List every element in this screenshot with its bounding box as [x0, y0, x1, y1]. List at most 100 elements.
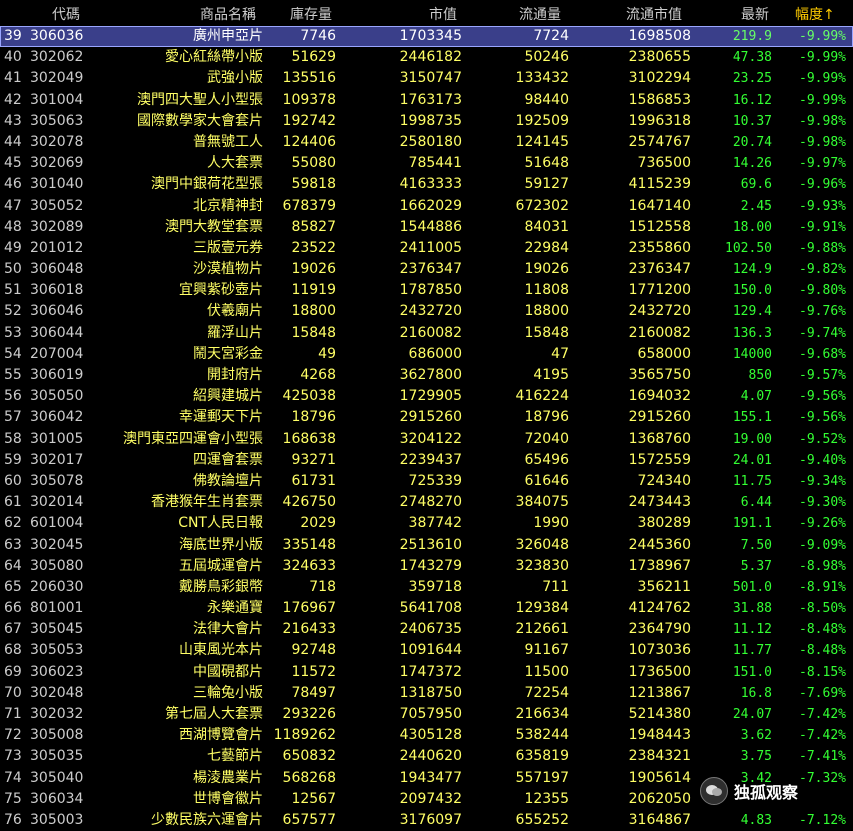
table-row[interactable]: 61 302014 香港猴年生肖套票 426750 2748270 384075 24734…: [0, 492, 853, 513]
table-row[interactable]: 50 306048 沙漠植物片 19026 2376347 19026 2376347 124…: [0, 259, 853, 280]
cell-circulation: 11500: [524, 663, 569, 680]
row-index: 39: [4, 28, 22, 44]
cell-amplitude: -9.26%: [799, 516, 846, 532]
header-name[interactable]: 商品名稱: [200, 4, 256, 24]
table-row[interactable]: 64 305080 五屆城運會片 324633 1743279 323830 1738967…: [0, 556, 853, 577]
cell-amplitude: -8.50%: [799, 601, 846, 617]
table-row[interactable]: 40 302062 愛心紅絲帶小版 51629 2446182 50246 2380655 4…: [0, 47, 853, 68]
cell-code: 201012: [30, 239, 84, 256]
table-row[interactable]: 66 801001 永樂通寶 176967 5641708 129384 4124762 31…: [0, 598, 853, 619]
table-row[interactable]: 44 302078 普無號工人 124406 2580180 124145 2574767 2…: [0, 132, 853, 153]
table-row[interactable]: 47 305052 北京精神封 678379 1662029 672302 1647140 2…: [0, 196, 853, 217]
cell-stock: 335148: [282, 536, 336, 553]
header-amplitude-sorted[interactable]: 幅度↑: [795, 4, 835, 24]
cell-circulation: 655252: [515, 811, 569, 828]
header-stock[interactable]: 庫存量: [290, 4, 332, 24]
table-row[interactable]: 51 306018 宜興紫砂壺片 11919 1787850 11808 1771200 15…: [0, 280, 853, 301]
cell-market-value: 1747372: [399, 663, 462, 680]
cell-latest: 4.07: [740, 389, 772, 405]
cell-circ-market-value: 1771200: [628, 282, 691, 299]
table-row[interactable]: 73 305035 七藝節片 650832 2440620 635819 2384321 3.…: [0, 746, 853, 767]
header-code[interactable]: 代碼: [52, 4, 80, 24]
cell-code: 302089: [30, 218, 84, 235]
table-row[interactable]: 43 305063 國際數學家大會套片 192742 1998735 192509 1996…: [0, 111, 853, 132]
table-row[interactable]: 42 301004 澳門四大聖人小型張 109378 1763173 98440 15868…: [0, 90, 853, 111]
cell-latest: 501.0: [732, 579, 772, 595]
cell-market-value: 387742: [408, 515, 462, 532]
header-latest[interactable]: 最新: [741, 4, 769, 24]
table-row[interactable]: 70 302048 三輪兔小版 78497 1318750 72254 1213867 16.…: [0, 683, 853, 704]
cell-name: 香港猴年生肖套票: [151, 494, 263, 511]
row-index: 52: [4, 303, 22, 320]
cell-latest: 136.3: [732, 325, 772, 341]
cell-circ-market-value: 5214380: [628, 706, 691, 722]
cell-circ-market-value: 2380655: [628, 49, 691, 66]
table-row[interactable]: 56 305050 紹興建城片 425038 1729905 416224 1694032 4…: [0, 386, 853, 407]
header-circulation[interactable]: 流通量: [519, 4, 561, 24]
table-row[interactable]: 67 305045 法律大會片 216433 2406735 212661 2364790 1…: [0, 619, 853, 640]
table-row[interactable]: 68 305053 山東風光本片 92748 1091644 91167 1073036 11…: [0, 640, 853, 661]
cell-code: 302049: [30, 70, 84, 87]
header-circ-market-value[interactable]: 流通市值: [626, 4, 682, 24]
cell-stock: 11919: [291, 282, 336, 299]
cell-name: 三版壹元券: [193, 239, 263, 256]
cell-latest: 24.01: [732, 452, 772, 468]
table-row[interactable]: 54 207004 鬧天宮彩金 49 686000 47 658000 14000 -9.68%: [0, 344, 853, 365]
table-row[interactable]: 59 302017 四運會套票 93271 2239437 65496 1572559 24.…: [0, 450, 853, 471]
cell-circ-market-value: 1948443: [628, 727, 691, 744]
cell-name: 三輪兔小版: [193, 684, 263, 701]
table-row[interactable]: 41 302049 武強小版 135516 3150747 133432 3102294 23…: [0, 68, 853, 89]
cell-name: 七藝節片: [207, 748, 263, 765]
table-row[interactable]: 45 302069 人大套票 55080 785441 51648 736500 14.26 -…: [0, 153, 853, 174]
table-row[interactable]: 71 302032 第七屆人大套票 293226 7057950 216634 521438…: [0, 704, 853, 725]
cell-latest: 3.75: [740, 749, 772, 765]
cell-name: 澳門四大聖人小型張: [137, 91, 263, 108]
table-row[interactable]: 62 601004 CNT人民日報 2029 387742 1990 380289 191.1…: [0, 513, 853, 534]
cell-circ-market-value: 1694032: [628, 388, 691, 405]
table-row[interactable]: 52 306046 伏羲廟片 18800 2432720 18800 2432720 129.…: [0, 301, 853, 322]
cell-latest: 18.00: [732, 219, 772, 235]
cell-amplitude: -9.98%: [799, 134, 846, 150]
header-market-value[interactable]: 市值: [429, 4, 457, 24]
cell-stock: 19026: [291, 261, 336, 278]
cell-code: 302017: [30, 451, 84, 468]
cell-name: 鬧天宮彩金: [193, 345, 263, 362]
cell-circ-market-value: 380289: [637, 515, 691, 532]
table-row[interactable]: 53 306044 羅浮山片 15848 2160082 15848 2160082 136.…: [0, 323, 853, 344]
table-row[interactable]: 55 306019 開封府片 4268 3627800 4195 3565750 850 -9.…: [0, 365, 853, 386]
table-row[interactable]: 49 201012 三版壹元券 23522 2411005 22984 2355860 102…: [0, 238, 853, 259]
cell-circulation: 538244: [515, 727, 569, 744]
cell-stock: 168638: [282, 430, 336, 447]
cell-stock: 11572: [291, 663, 336, 680]
table-row[interactable]: 72 305008 西湖博覽會片 1189262 4305128 538244 194844…: [0, 725, 853, 746]
cell-circ-market-value: 736500: [637, 155, 691, 172]
table-row[interactable]: 39 306036 廣州申亞片 7746 1703345 7724 1698508 219.9…: [0, 26, 853, 48]
cell-name: 五屆城運會片: [179, 557, 263, 574]
cell-stock: 4268: [300, 367, 336, 383]
cell-market-value: 2513610: [399, 536, 462, 553]
cell-circ-market-value: 1586853: [628, 91, 691, 108]
cell-stock: 18800: [291, 303, 336, 320]
table-row[interactable]: 48 302089 澳門大教堂套票 85827 1544886 84031 1512558 1…: [0, 217, 853, 238]
table-row[interactable]: 76 305003 少數民族六運會片 657577 3176097 655252 31648…: [0, 810, 853, 831]
cell-latest: 151.0: [732, 664, 772, 680]
cell-market-value: 686000: [408, 345, 462, 362]
cell-circ-market-value: 2915260: [628, 409, 691, 426]
table-row[interactable]: 57 306042 幸運郵天下片 18796 2915260 18796 2915260 15…: [0, 407, 853, 428]
cell-amplitude: -9.99%: [799, 50, 846, 66]
cell-name: 山東風光本片: [179, 642, 263, 659]
table-row[interactable]: 63 302045 海底世界小版 335148 2513610 326048 2445360…: [0, 535, 853, 556]
cell-stock: 49: [318, 345, 336, 362]
cell-latest: 10.37: [732, 113, 772, 129]
cell-circulation: 12355: [524, 790, 569, 807]
cell-amplitude: -9.96%: [799, 177, 846, 193]
table-row[interactable]: 60 305078 佛教論壇片 61731 725339 61646 724340 11.75…: [0, 471, 853, 492]
table-row[interactable]: 46 301040 澳門中銀荷花型張 59818 4163333 59127 4115239…: [0, 174, 853, 195]
table-row[interactable]: 58 301005 澳門東亞四運會小型張 168638 3204122 72040 1368…: [0, 429, 853, 450]
table-row[interactable]: 65 206030 戴勝鳥彩銀幣 718 359718 711 356211 501.0 -8.…: [0, 577, 853, 598]
cell-name: 澳門東亞四運會小型張: [123, 430, 263, 447]
cell-circ-market-value: 1905614: [628, 769, 691, 786]
cell-name: 普無號工人: [193, 133, 263, 150]
table-row[interactable]: 69 306023 中國硯都片 11572 1747372 11500 1736500 151…: [0, 662, 853, 683]
cell-code: 305063: [30, 112, 84, 129]
